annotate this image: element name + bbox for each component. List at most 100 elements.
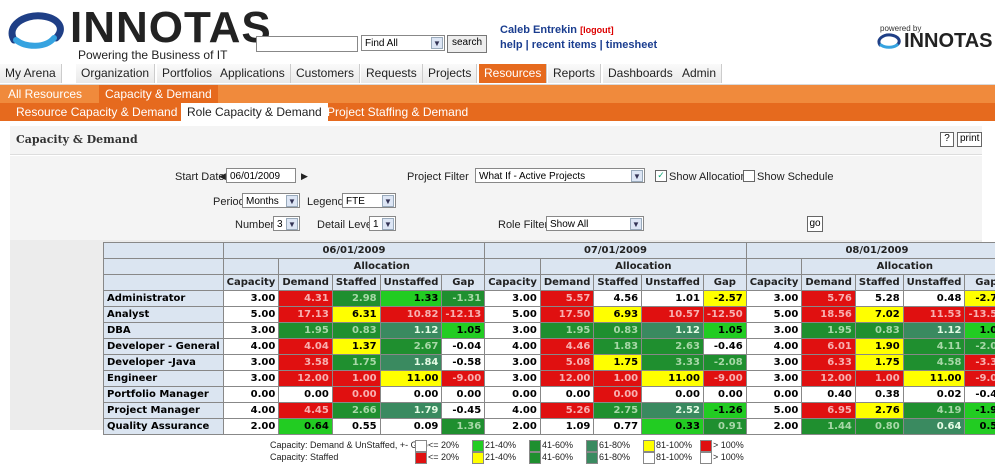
value-cell: 0.56 — [964, 418, 995, 435]
value-cell: -1.26 — [702, 402, 747, 419]
main-nav: My Arena Organization Portfolios Applica… — [0, 64, 995, 85]
legend-label: Legend — [307, 196, 344, 208]
nav-tab-customers[interactable]: Customers — [291, 64, 361, 83]
legend-swatch — [472, 440, 484, 452]
period-header: 06/01/2009 — [222, 242, 486, 259]
page-title-bar: Capacity & Demand ? print — [10, 126, 983, 155]
show-allocation-checkbox[interactable]: ✓ — [655, 170, 667, 182]
user-name-text: Caleb Entrekin — [500, 24, 578, 36]
column-header-capacity: Capacity — [484, 274, 541, 291]
number-select[interactable]: 3 ▼ — [273, 216, 300, 231]
value-cell: 3.00 — [222, 354, 280, 371]
legend-swatch — [700, 440, 712, 452]
nav-tab-dashboards[interactable]: Dashboards — [603, 64, 679, 83]
value-cell: 4.31 — [278, 290, 333, 307]
chevron-down-icon: ▼ — [382, 218, 394, 230]
logo-trademark: ™ — [247, 12, 255, 21]
value-cell: 5.00 — [222, 306, 280, 323]
role-name-cell[interactable]: Administrator — [103, 290, 224, 307]
value-cell: 4.56 — [593, 290, 643, 307]
value-cell: 5.00 — [484, 306, 541, 323]
role-name-cell[interactable]: Quality Assurance — [103, 418, 224, 435]
value-cell: 0.83 — [331, 322, 381, 339]
value-cell: 10.82 — [379, 306, 443, 323]
prev-date-arrow-icon[interactable]: ◀ — [219, 171, 226, 182]
subnav-role-capacity-demand[interactable]: Role Capacity & Demand — [181, 103, 328, 121]
detail-level-select[interactable]: 1 ▼ — [369, 216, 396, 231]
nav-tab-reports[interactable]: Reports — [548, 64, 602, 83]
nav-tab-admin[interactable]: Admin — [677, 64, 723, 83]
subnav-all-resources[interactable]: All Resources — [2, 85, 88, 103]
nav-tab-organization[interactable]: Organization — [76, 64, 156, 83]
role-name-cell[interactable]: Analyst — [103, 306, 224, 323]
capacity-spacer — [222, 258, 280, 275]
help-button[interactable]: ? — [940, 132, 954, 147]
value-cell: 3.00 — [484, 290, 541, 307]
print-button[interactable]: print — [957, 132, 983, 147]
role-name-cell[interactable]: Developer - General — [103, 338, 224, 355]
value-cell: 17.13 — [278, 306, 333, 323]
allocation-header: Allocation — [801, 258, 995, 275]
legend-swatch-label: <= 20% — [428, 440, 460, 450]
value-cell: 4.46 — [539, 338, 595, 355]
value-cell: 1.12 — [641, 322, 704, 339]
value-cell: 5.08 — [539, 354, 595, 371]
legend-swatch — [529, 440, 541, 452]
search-scope-select[interactable]: Find All ▼ — [361, 35, 445, 51]
logout-link[interactable]: [logout] — [580, 25, 613, 35]
nav-tab-projects[interactable]: Projects — [423, 64, 478, 83]
number-value: 3 — [277, 219, 283, 230]
legend-swatch-label: 41-60% — [542, 452, 574, 462]
value-cell: 2.66 — [331, 402, 381, 419]
go-button[interactable]: go — [807, 216, 823, 232]
subnav-project-staffing-demand[interactable]: Project Staffing & Demand — [321, 103, 474, 121]
value-cell: -2.01 — [964, 338, 995, 355]
legend-row-2-label: Capacity: Staffed — [270, 452, 339, 462]
value-cell: 18.56 — [801, 306, 856, 323]
role-name-cell[interactable]: Project Manager — [103, 402, 224, 419]
show-schedule-checkbox[interactable] — [743, 170, 755, 182]
value-cell: 6.33 — [801, 354, 856, 371]
nav-tab-portfolios[interactable]: Portfolios — [157, 64, 219, 83]
role-name-cell[interactable]: Portfolio Manager — [103, 386, 224, 403]
value-cell: -9.00 — [964, 370, 995, 387]
value-cell: -9.00 — [441, 370, 486, 387]
value-cell: 0.00 — [539, 386, 595, 403]
nav-tab-applications[interactable]: Applications — [215, 64, 291, 83]
value-cell: -0.40 — [964, 386, 995, 403]
legend-select[interactable]: FTE ▼ — [342, 193, 396, 208]
table-row: Developer -Java 3.00 3.58 1.75 1.84 -0.58 3.00… — [103, 354, 995, 371]
value-cell: 2.75 — [593, 402, 643, 419]
value-cell: 3.00 — [484, 322, 541, 339]
value-cell: -13.56 — [964, 306, 995, 323]
allocation-header: Allocation — [278, 258, 486, 275]
value-cell: 0.91 — [702, 418, 747, 435]
start-date-input[interactable]: 06/01/2009 — [226, 168, 296, 183]
project-filter-select[interactable]: What If - Active Projects ▼ — [475, 168, 645, 183]
role-name-cell[interactable]: Engineer — [103, 370, 224, 387]
search-button[interactable]: search — [447, 35, 488, 53]
value-cell: 0.83 — [854, 322, 904, 339]
legend-swatch-label: 41-60% — [542, 440, 574, 450]
column-header-unstaffed: Unstaffed — [902, 274, 966, 291]
nav-tab-my-arena[interactable]: My Arena — [0, 64, 62, 83]
role-name-cell[interactable]: Developer -Java — [103, 354, 224, 371]
value-cell: 0.77 — [593, 418, 643, 435]
subnav-resource-capacity-demand[interactable]: Resource Capacity & Demand — [10, 103, 183, 121]
next-date-arrow-icon[interactable]: ▶ — [301, 171, 308, 182]
subnav-capacity-demand[interactable]: Capacity & Demand — [99, 85, 218, 103]
sub-nav-secondary: Resource Capacity & Demand Role Capacity… — [0, 103, 995, 121]
period-select[interactable]: Months ▼ — [242, 193, 300, 208]
user-links[interactable]: help | recent items | timesheet — [500, 39, 657, 51]
column-header-gap: Gap — [964, 274, 995, 291]
table-corner — [103, 258, 224, 275]
value-cell: 3.00 — [745, 354, 803, 371]
nav-tab-requests[interactable]: Requests — [361, 64, 423, 83]
table-row: Administrator 3.00 4.31 2.98 1.33 -1.31 3.00 5.… — [103, 290, 995, 307]
value-cell: 1.95 — [801, 322, 856, 339]
innotas-logo-icon — [8, 12, 64, 49]
search-input[interactable] — [256, 36, 358, 52]
nav-tab-resources[interactable]: Resources — [479, 64, 548, 83]
role-name-cell[interactable]: DBA — [103, 322, 224, 339]
role-filter-select[interactable]: Show All ▼ — [546, 216, 644, 231]
